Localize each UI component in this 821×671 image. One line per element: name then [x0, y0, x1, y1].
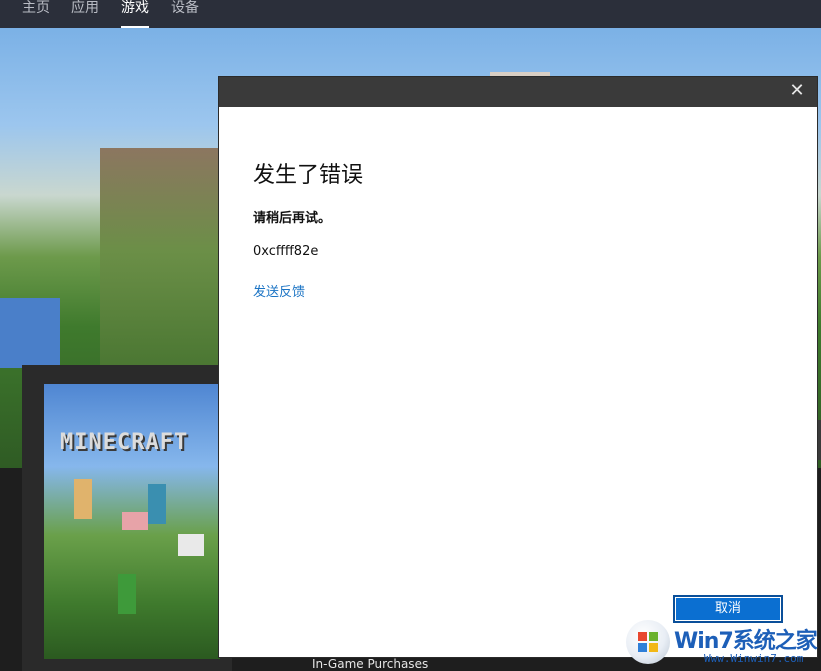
- sheep-art: [178, 534, 204, 556]
- pig-art: [122, 512, 148, 530]
- dialog-message: 请稍后再试。: [253, 207, 331, 226]
- nav-tab-devices[interactable]: 设备: [171, 0, 199, 26]
- product-box-art[interactable]: MINECRAFT: [44, 384, 220, 659]
- store-top-nav: 主页 应用 游戏 设备: [0, 0, 821, 28]
- error-dialog: ✕ 发生了错误 请稍后再试。 0xcffff82e 发送反馈 取消: [218, 76, 818, 658]
- character-steve-art: [148, 484, 166, 524]
- nav-tab-apps[interactable]: 应用: [71, 0, 99, 26]
- nav-tab-games[interactable]: 游戏: [121, 0, 149, 28]
- watermark: Win7系统之家 Www.Winwin7.com: [626, 618, 821, 671]
- dialog-titlebar: ✕: [219, 77, 817, 107]
- rating-descriptor: In-Game Purchases: [312, 657, 428, 671]
- creeper-art: [118, 574, 136, 614]
- character-alex-art: [74, 479, 92, 519]
- dialog-title: 发生了错误: [253, 157, 363, 189]
- hero-water-art: [0, 298, 60, 368]
- watermark-url: Www.Winwin7.com: [704, 652, 803, 665]
- windows-logo-icon: [626, 620, 670, 664]
- error-code: 0xcffff82e: [253, 244, 318, 259]
- send-feedback-link[interactable]: 发送反馈: [253, 281, 305, 300]
- close-icon[interactable]: ✕: [787, 81, 807, 101]
- product-logo: MINECRAFT: [60, 430, 220, 455]
- nav-tab-home[interactable]: 主页: [22, 0, 50, 26]
- watermark-brand: Win7系统之家: [674, 623, 817, 655]
